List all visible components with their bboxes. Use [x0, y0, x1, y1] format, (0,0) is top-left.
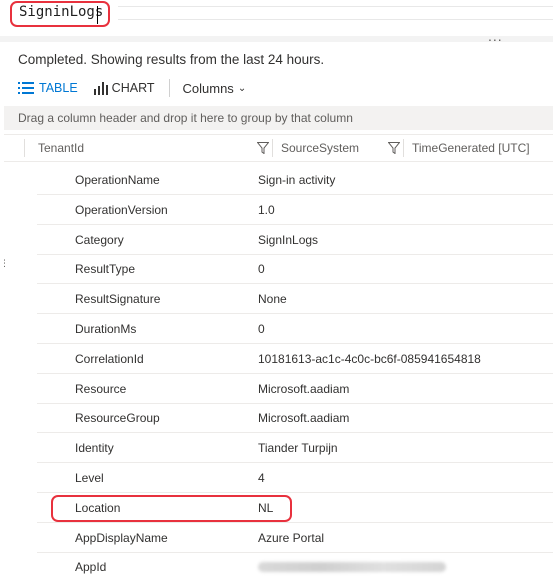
- table-view-label: TABLE: [39, 81, 78, 95]
- redacted-value: [258, 562, 446, 573]
- field-name: AppDisplayName: [75, 530, 168, 545]
- table-list-icon: [18, 82, 34, 94]
- bar-chart-icon: [93, 81, 108, 95]
- filter-icon[interactable]: [257, 142, 269, 154]
- field-value: Microsoft.aadiam: [258, 381, 350, 396]
- chart-view-label: CHART: [111, 81, 155, 95]
- field-value: 4: [258, 471, 265, 485]
- columns-label: Columns: [182, 80, 234, 96]
- group-by-drop-zone[interactable]: Drag a column header and drop it here to…: [4, 106, 553, 130]
- query-editor[interactable]: SigninLogs: [0, 0, 553, 36]
- detail-row: AppId: [37, 553, 553, 582]
- table-view-button[interactable]: TABLE: [18, 81, 78, 95]
- more-options-button[interactable]: ...: [488, 28, 503, 44]
- toolbar-divider: [168, 79, 170, 97]
- field-value: 1.0: [258, 202, 275, 217]
- chevron-down-icon: ⌄: [237, 82, 247, 94]
- detail-row: DurationMs 0: [37, 315, 553, 344]
- detail-row: Category SignInLogs: [37, 226, 553, 255]
- grid-header-row: TenantId SourceSystem TimeGenerated [UTC…: [4, 134, 553, 162]
- field-name: Resource: [75, 381, 127, 396]
- field-value: Azure Portal: [258, 530, 325, 545]
- field-name: ResultType: [75, 262, 136, 277]
- detail-row: ResultType 0: [37, 255, 553, 285]
- field-value: 0: [258, 322, 265, 336]
- chart-view-button[interactable]: CHART: [93, 81, 155, 95]
- detail-row: CorrelationId 10181613-ac1c-4c0c-bc6f-085…: [37, 345, 553, 374]
- field-value-redacted: [258, 560, 446, 575]
- detail-row: Resource Microsoft.aadiam: [37, 375, 553, 404]
- detail-row: OperationVersion 1.0: [37, 196, 553, 225]
- query-highlight-box: [10, 1, 110, 27]
- field-value: None: [258, 292, 287, 307]
- detail-row: ResourceGroup Microsoft.aadiam: [37, 404, 553, 434]
- field-value: Tiander Turpijn: [258, 441, 338, 456]
- field-name: OperationVersion: [75, 202, 168, 217]
- drag-handle-icon[interactable]: ⋮: [0, 259, 9, 268]
- column-header-timegenerated[interactable]: TimeGenerated [UTC]: [412, 135, 530, 161]
- field-name: CorrelationId: [75, 351, 144, 366]
- field-value: Sign-in activity: [258, 173, 336, 187]
- filter-icon[interactable]: [388, 142, 400, 154]
- detail-row: OperationName Sign-in activity: [37, 166, 553, 195]
- detail-row: Level 4: [37, 464, 553, 493]
- field-name: Level: [75, 471, 104, 485]
- detail-row: ResultSignature None: [37, 285, 553, 315]
- field-value: 10181613-ac1c-4c0c-bc6f-085941654818: [258, 351, 481, 366]
- editor-line: [118, 6, 553, 7]
- field-name: AppId: [75, 560, 107, 575]
- field-name: Category: [75, 232, 124, 247]
- editor-line: [118, 19, 553, 20]
- field-name: ResultSignature: [75, 292, 161, 307]
- column-divider: [24, 139, 25, 157]
- column-header-tenantid[interactable]: TenantId: [38, 135, 84, 161]
- column-divider: [403, 139, 404, 157]
- field-value: SignInLogs: [258, 232, 319, 247]
- field-name: Identity: [75, 441, 114, 456]
- field-name: ResourceGroup: [75, 411, 160, 426]
- detail-row: Identity Tiander Turpijn: [37, 434, 553, 464]
- field-name: DurationMs: [75, 322, 137, 336]
- field-value: Microsoft.aadiam: [258, 411, 350, 426]
- columns-dropdown[interactable]: Columns ⌄: [183, 81, 247, 96]
- results-toolbar: TABLE CHART Columns ⌄: [18, 78, 246, 98]
- location-highlight-box: [51, 495, 292, 522]
- field-value: 0: [258, 262, 265, 277]
- results-status: Completed. Showing results from the last…: [18, 52, 325, 67]
- pane-splitter[interactable]: [0, 36, 553, 42]
- detail-row: AppDisplayName Azure Portal: [37, 524, 553, 553]
- column-divider: [272, 139, 273, 157]
- column-header-sourcesystem[interactable]: SourceSystem: [281, 135, 359, 161]
- field-name: OperationName: [75, 173, 160, 187]
